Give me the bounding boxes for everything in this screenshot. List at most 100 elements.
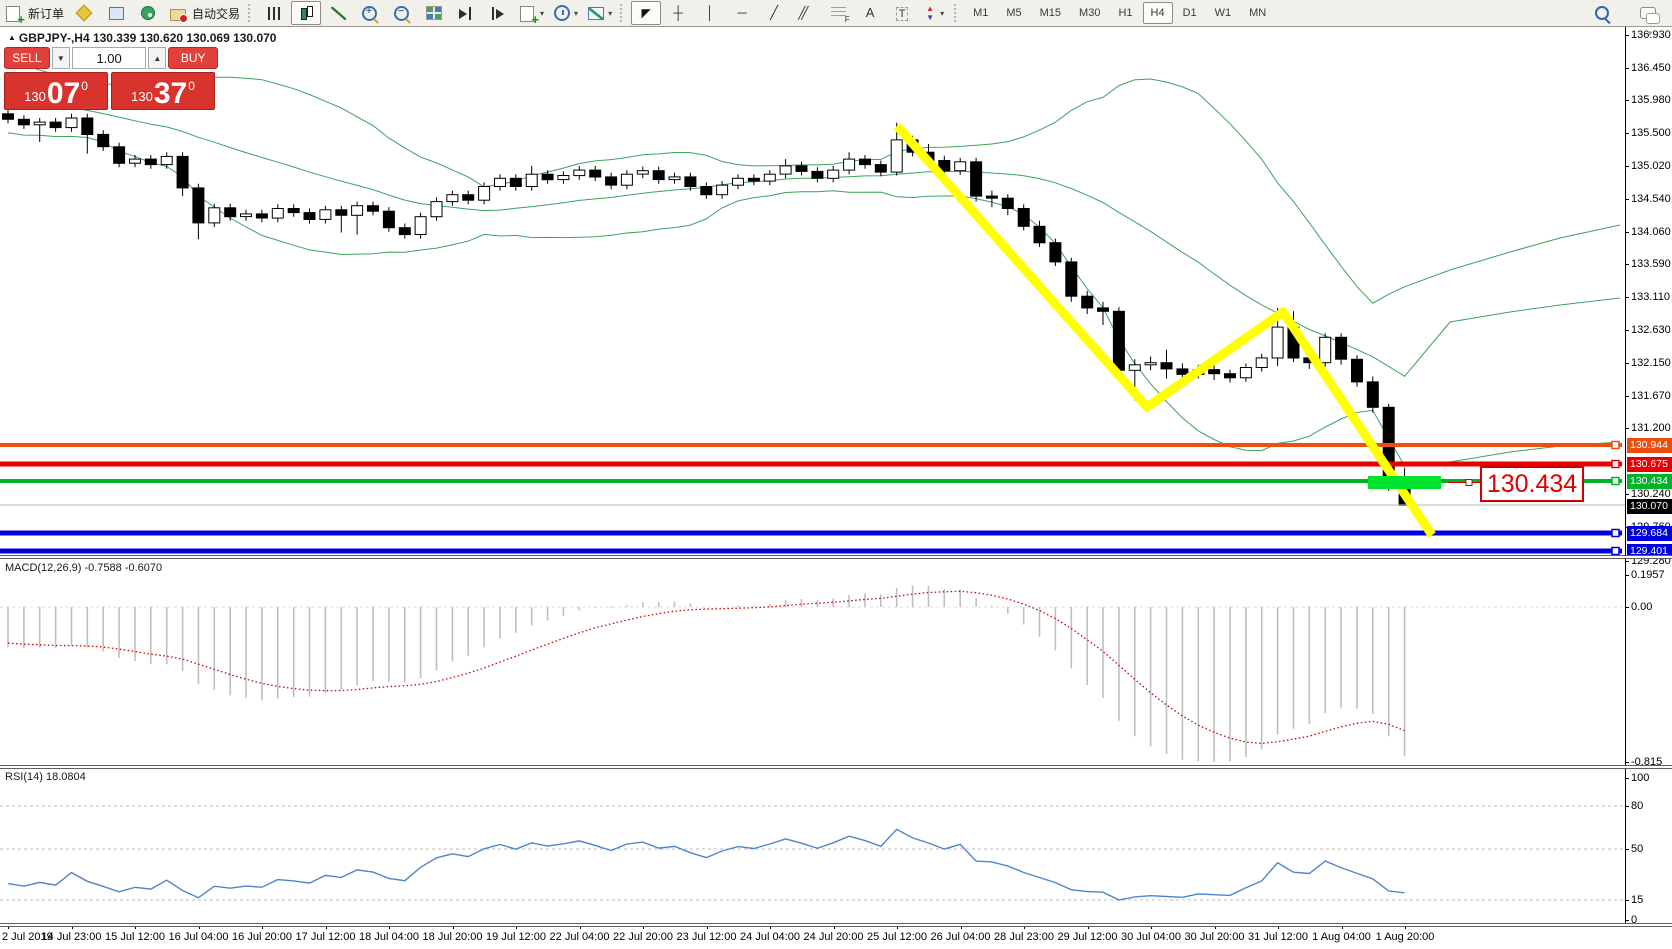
candle bbox=[621, 174, 632, 185]
line-chart-button[interactable] bbox=[323, 1, 353, 25]
candle bbox=[796, 166, 807, 172]
chart-toolbar: + − ▾ ▾ ▾ bbox=[258, 0, 616, 26]
cursor-button[interactable]: ◤ bbox=[631, 1, 661, 25]
horizontal-line-button[interactable]: ─ bbox=[727, 1, 757, 25]
axis-dropdown-icon[interactable]: ▼ bbox=[1646, 29, 1654, 38]
candle bbox=[1177, 369, 1188, 375]
rsi-panel bbox=[0, 806, 1625, 900]
bar-chart-button[interactable] bbox=[259, 1, 289, 25]
arrow-objects-button[interactable]: ▾ bbox=[919, 1, 949, 25]
h-line-anchor[interactable] bbox=[1612, 530, 1619, 537]
candle bbox=[1050, 243, 1061, 262]
candle bbox=[463, 195, 474, 201]
timeframe-M30[interactable]: M30 bbox=[1071, 2, 1108, 24]
timeframe-MN[interactable]: MN bbox=[1241, 2, 1274, 24]
candle bbox=[780, 166, 791, 174]
candle bbox=[1018, 209, 1029, 227]
candle bbox=[98, 134, 109, 146]
sell-price-tile[interactable]: 130 07 0 bbox=[4, 72, 108, 110]
fibonacci-button[interactable] bbox=[823, 1, 853, 25]
h-line-anchor[interactable] bbox=[1612, 548, 1619, 555]
candle bbox=[82, 118, 93, 135]
h-line-anchor[interactable] bbox=[1612, 442, 1619, 449]
timeframe-M15[interactable]: M15 bbox=[1032, 2, 1069, 24]
green-highlight-bar[interactable] bbox=[1368, 476, 1441, 489]
callout-anchor[interactable] bbox=[1466, 480, 1472, 486]
candle bbox=[955, 162, 966, 171]
trendline-button[interactable]: ╱ bbox=[759, 1, 789, 25]
tile-windows-button[interactable] bbox=[419, 1, 449, 25]
candle bbox=[177, 156, 188, 188]
macd-rsi-splitter[interactable] bbox=[0, 765, 1672, 769]
candle bbox=[3, 114, 14, 120]
candle bbox=[637, 171, 648, 174]
chat-button[interactable] bbox=[1633, 1, 1663, 25]
bollinger-middle bbox=[8, 97, 1620, 376]
chart-canvas[interactable] bbox=[0, 27, 1672, 949]
buy-price-pip: 0 bbox=[188, 79, 195, 93]
buy-price-tile[interactable]: 130 37 0 bbox=[111, 72, 215, 110]
crosshair-button[interactable]: ┼ bbox=[663, 1, 693, 25]
price-axis-line bbox=[1625, 27, 1626, 924]
timeframe-D1[interactable]: D1 bbox=[1175, 2, 1205, 24]
timeframe-W1[interactable]: W1 bbox=[1207, 2, 1240, 24]
sell-button[interactable]: SELL bbox=[4, 47, 50, 69]
candle bbox=[844, 159, 855, 170]
signal-icon bbox=[141, 6, 155, 20]
volume-input[interactable]: 1.00 bbox=[72, 47, 146, 69]
timeframe-H4[interactable]: H4 bbox=[1143, 2, 1173, 24]
candle bbox=[225, 208, 236, 217]
signals-button[interactable] bbox=[133, 1, 163, 25]
buy-button[interactable]: BUY bbox=[168, 47, 218, 69]
h-line-anchor[interactable] bbox=[1612, 461, 1619, 468]
vertical-line-button[interactable]: │ bbox=[695, 1, 725, 25]
symbol-marker-icon: ▲ bbox=[8, 33, 16, 42]
market-watch-button[interactable] bbox=[69, 1, 99, 25]
auto-trading-button[interactable]: 自动交易 bbox=[165, 1, 243, 25]
candle bbox=[685, 177, 696, 187]
candle bbox=[526, 174, 537, 186]
candle bbox=[209, 208, 220, 223]
zoom-in-button[interactable]: + bbox=[355, 1, 385, 25]
chevron-down-icon: ▾ bbox=[940, 9, 944, 18]
channel-button[interactable]: ╱╱ bbox=[791, 1, 821, 25]
search-button[interactable] bbox=[1587, 1, 1617, 25]
rsi-timeaxis-splitter bbox=[0, 923, 1672, 927]
candle bbox=[114, 147, 125, 164]
candlestick-chart-button[interactable] bbox=[291, 1, 321, 25]
zoom-out-button[interactable]: − bbox=[387, 1, 417, 25]
new-order-button[interactable]: 新订单 bbox=[1, 1, 67, 25]
indicators-button[interactable]: ▾ bbox=[515, 1, 547, 25]
toolbar-right bbox=[1586, 0, 1664, 26]
volume-up-button[interactable]: ▲ bbox=[148, 47, 166, 69]
volume-down-button[interactable]: ▼ bbox=[52, 47, 70, 69]
price-callout[interactable]: 130.434 bbox=[1480, 466, 1584, 502]
periods-button[interactable]: ▾ bbox=[549, 1, 581, 25]
indicators-icon bbox=[520, 6, 534, 22]
candle bbox=[653, 171, 664, 180]
timeframe-M1[interactable]: M1 bbox=[965, 2, 996, 24]
scroll-to-end-button[interactable] bbox=[451, 1, 481, 25]
text-button[interactable]: A bbox=[855, 1, 885, 25]
timeframe-M5[interactable]: M5 bbox=[998, 2, 1029, 24]
candle bbox=[1145, 363, 1156, 365]
h-line-anchor[interactable] bbox=[1612, 478, 1619, 485]
templates-button[interactable]: ▾ bbox=[583, 1, 615, 25]
candle bbox=[606, 177, 617, 185]
candle bbox=[288, 209, 299, 213]
macd-panel bbox=[0, 586, 1625, 762]
auto-scroll-button[interactable] bbox=[483, 1, 513, 25]
candle bbox=[1002, 198, 1013, 208]
auto-scroll-icon bbox=[490, 7, 506, 21]
candle bbox=[368, 206, 379, 212]
candle bbox=[1225, 374, 1236, 378]
candle bbox=[1209, 370, 1220, 374]
navigator-icon bbox=[109, 7, 124, 20]
chart-macd-splitter[interactable] bbox=[0, 555, 1672, 559]
candle bbox=[130, 159, 141, 163]
timeframe-H1[interactable]: H1 bbox=[1110, 2, 1140, 24]
tile-windows-icon bbox=[426, 6, 442, 20]
label-button[interactable]: T bbox=[887, 1, 917, 25]
fibonacci-icon bbox=[831, 7, 846, 19]
navigator-button[interactable] bbox=[101, 1, 131, 25]
